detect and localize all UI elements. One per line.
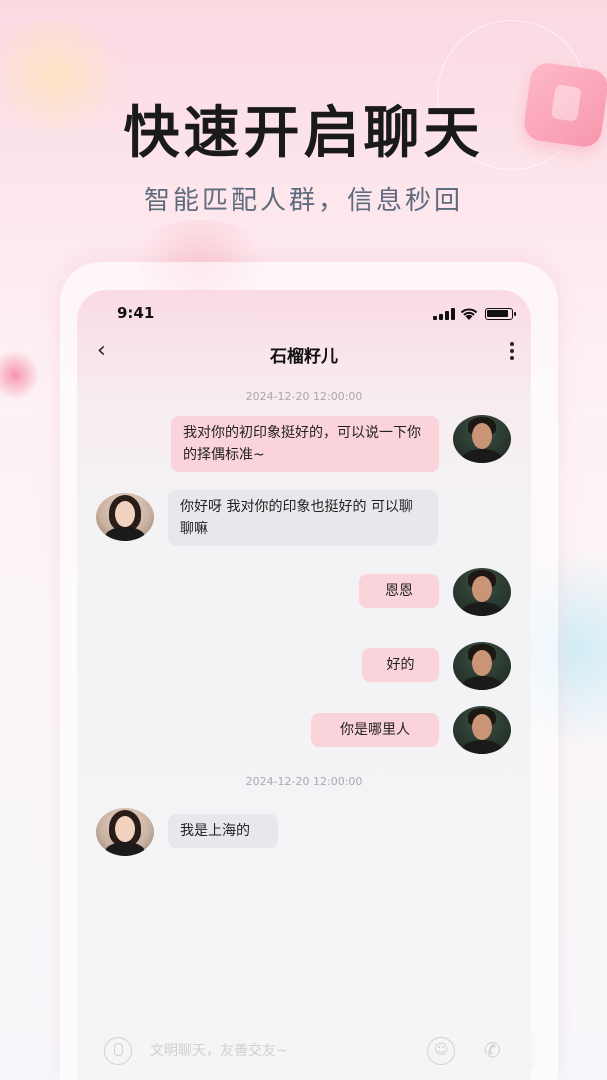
promo-subline: 智能匹配人群，信息秒回: [143, 186, 463, 216]
wifi-icon: [459, 306, 479, 320]
avatar[interactable]: [453, 415, 511, 463]
background-blob: [0, 350, 40, 400]
phone-icon[interactable]: ✆: [484, 1038, 501, 1062]
more-vertical-icon[interactable]: [509, 342, 515, 360]
message-bubble-out[interactable]: 恩恩: [359, 574, 439, 608]
message-bubble-out[interactable]: 好的: [362, 648, 439, 682]
microphone-icon[interactable]: [104, 1037, 132, 1065]
message-bubble-in[interactable]: 我是上海的: [168, 814, 278, 848]
chat-header: ‹ 石榴籽儿: [77, 338, 531, 367]
message-bubble-in[interactable]: 你好呀 我对你的印象也挺好的 可以聊聊嘛: [168, 490, 438, 546]
message-bubble-out[interactable]: 我对你的初印象挺好的，可以说一下你的择偶标准~: [171, 416, 439, 472]
phone-screen: 9:41 ‹ 石榴籽儿 2024-12-20 12:00:00 我对你的初印象挺…: [77, 290, 531, 1080]
chat-title: 石榴籽儿: [270, 347, 338, 367]
message-input[interactable]: 文明聊天，友善交友~: [150, 1040, 288, 1060]
battery-icon: [485, 308, 516, 320]
emoji-icon[interactable]: ☺: [427, 1037, 455, 1065]
avatar[interactable]: [453, 706, 511, 754]
status-time: 9:41: [117, 304, 155, 322]
message-timestamp: 2024-12-20 12:00:00: [245, 775, 363, 788]
message-timestamp: 2024-12-20 12:00:00: [245, 390, 363, 403]
signal-icon: [433, 308, 455, 320]
avatar[interactable]: [96, 808, 154, 856]
message-bubble-out[interactable]: 你是哪里人: [311, 713, 439, 747]
status-bar: 9:41: [77, 302, 531, 326]
message-input-bar: 文明聊天，友善交友~ ☺ ✆: [96, 1030, 536, 1070]
avatar[interactable]: [96, 493, 154, 541]
avatar[interactable]: [453, 642, 511, 690]
promo-headline: 快速开启聊天: [123, 101, 484, 166]
avatar[interactable]: [453, 568, 511, 616]
